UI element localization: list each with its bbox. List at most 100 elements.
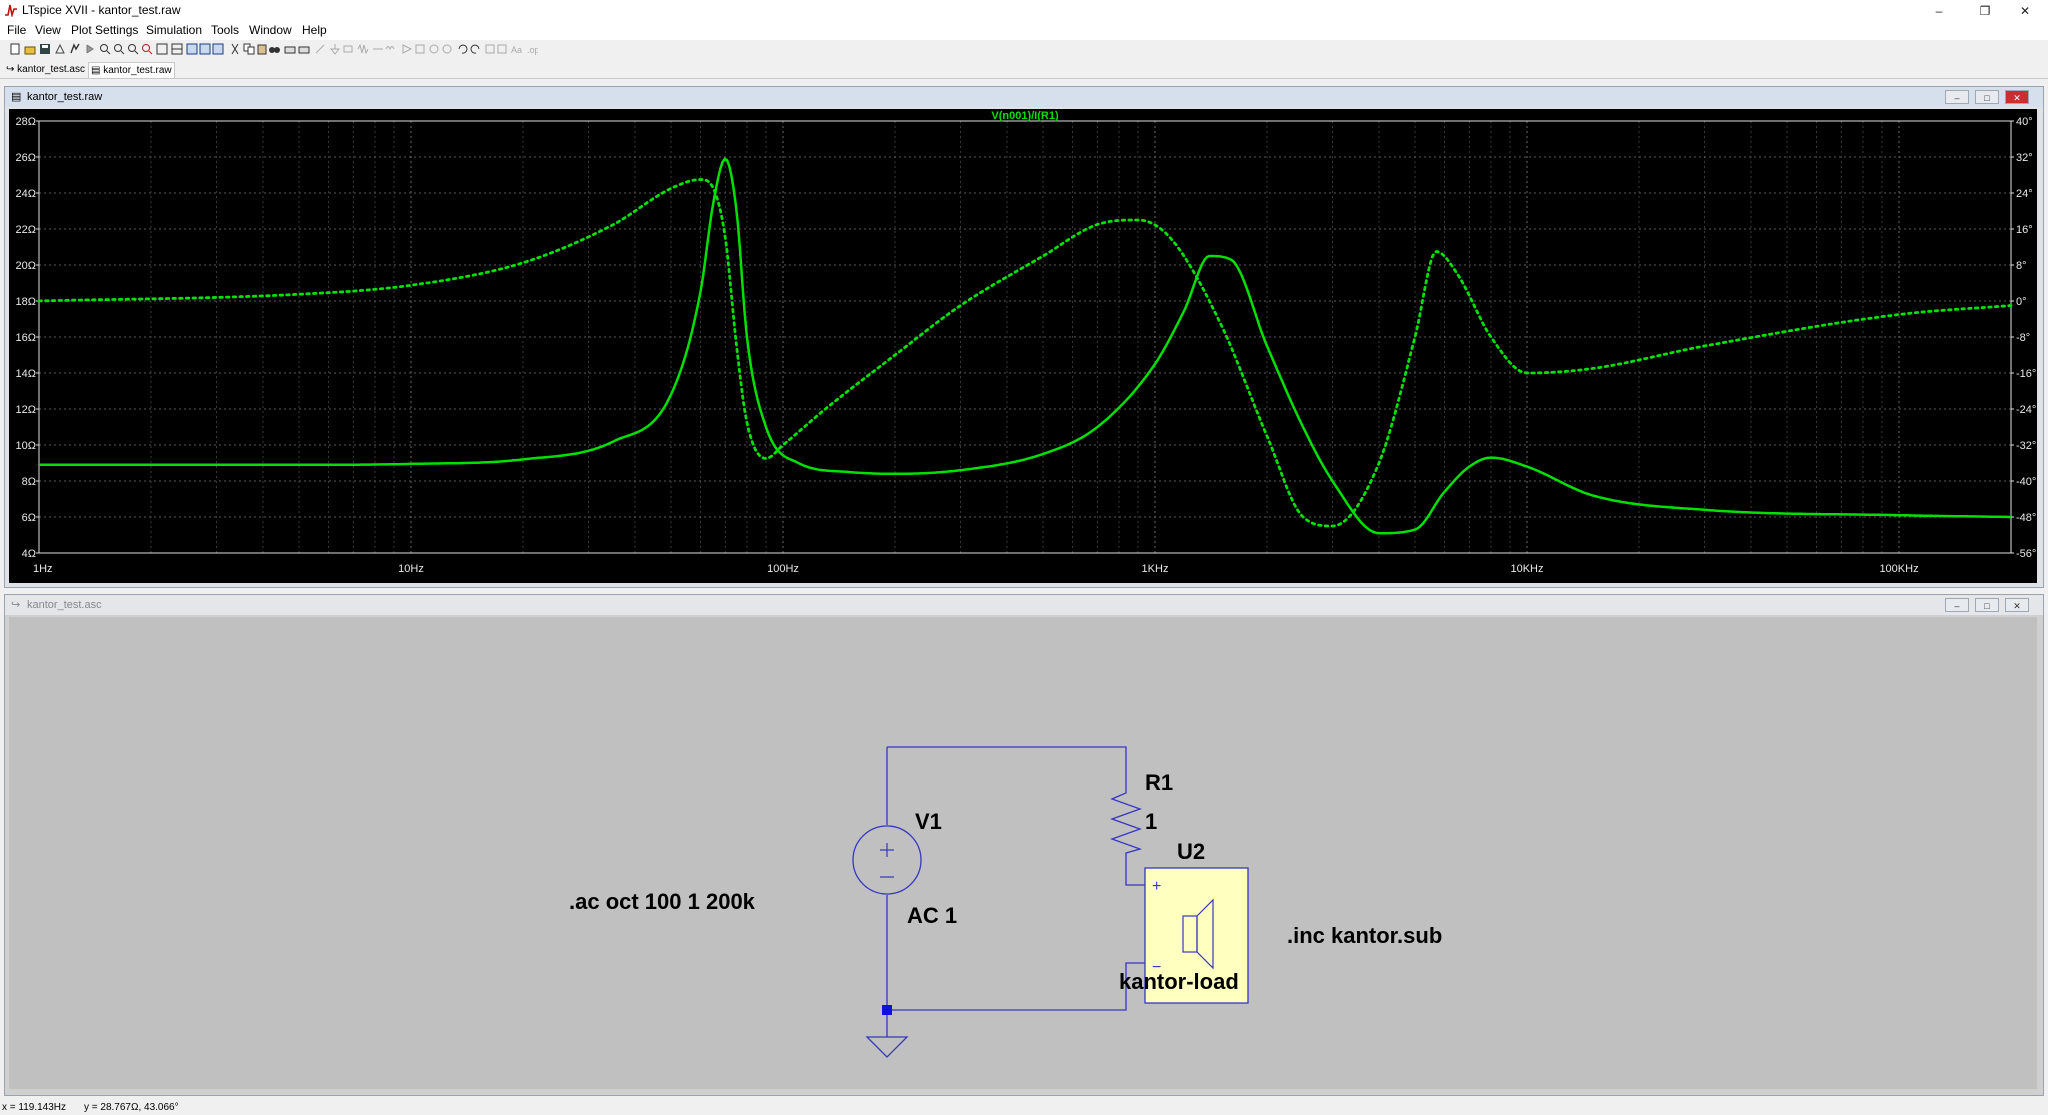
tab-waveform[interactable]: ▤ kantor_test.raw xyxy=(88,62,175,78)
ac-directive[interactable]: .ac oct 100 1 200k xyxy=(569,889,756,914)
waveform-window-title: kantor_test.raw xyxy=(27,91,103,103)
ground-icon[interactable] xyxy=(329,43,341,55)
left-axis-tick-label: 20Ω xyxy=(16,260,36,272)
zoom-out-icon[interactable] xyxy=(127,43,139,55)
tab-schematic[interactable]: ↪ kantor_test.asc xyxy=(4,62,87,77)
trace-label[interactable]: V(n001)/I(R1) xyxy=(991,110,1059,122)
control-panel-icon[interactable] xyxy=(54,43,66,55)
tab-label: kantor_test.asc xyxy=(17,64,85,75)
halt-icon[interactable] xyxy=(84,43,96,55)
redo-icon[interactable] xyxy=(470,43,482,55)
waveform-icon: ▤ xyxy=(91,65,104,76)
close-window-icon[interactable] xyxy=(212,43,224,55)
left-axis-tick-label: 16Ω xyxy=(16,332,36,344)
tab-label: kantor_test.raw xyxy=(103,65,172,76)
text-icon[interactable]: Aa xyxy=(510,43,522,55)
run-icon[interactable] xyxy=(69,43,81,55)
left-axis-tick-label: 12Ω xyxy=(16,404,36,416)
zoom-fit-icon[interactable] xyxy=(141,43,153,55)
minimize-icon[interactable]: – xyxy=(1945,598,1969,612)
u2-name[interactable]: U2 xyxy=(1177,839,1205,864)
tile-vertical-icon[interactable] xyxy=(186,43,198,55)
left-axis-tick-label: 26Ω xyxy=(16,152,36,164)
x-axis-tick-label: 10KHz xyxy=(1510,563,1543,575)
x-axis-tick-label: 100KHz xyxy=(1879,563,1918,575)
menu-view[interactable]: View xyxy=(35,23,61,37)
copy-icon[interactable] xyxy=(243,43,255,55)
tile-horizontal-icon[interactable] xyxy=(171,43,183,55)
v1-value[interactable]: AC 1 xyxy=(907,903,957,928)
menu-help[interactable]: Help xyxy=(302,23,327,37)
left-axis-tick-label: 8Ω xyxy=(22,476,36,488)
find-icon[interactable] xyxy=(268,43,280,55)
capacitor-icon[interactable] xyxy=(372,43,384,55)
left-axis-tick-label: 22Ω xyxy=(16,224,36,236)
maximize-icon[interactable]: □ xyxy=(1975,90,1999,104)
right-axis-tick-label: -8° xyxy=(2016,332,2030,344)
minimize-icon[interactable]: – xyxy=(1916,0,1962,22)
x-axis-tick-label: 1KHz xyxy=(1142,563,1169,575)
new-schematic-icon[interactable] xyxy=(9,43,21,55)
r1-value[interactable]: 1 xyxy=(1145,809,1157,834)
drag-icon[interactable] xyxy=(441,43,453,55)
pan-icon[interactable] xyxy=(113,43,125,55)
close-icon[interactable]: ✕ xyxy=(2002,0,2048,22)
right-axis-tick-label: 40° xyxy=(2016,116,2033,128)
zoom-in-icon[interactable] xyxy=(99,43,111,55)
left-axis-tick-label: 10Ω xyxy=(16,440,36,452)
inc-directive[interactable]: .inc kantor.sub xyxy=(1287,923,1442,948)
resistor-icon[interactable] xyxy=(357,43,369,55)
waveform-window-titlebar[interactable]: ▤ kantor_test.raw – □ ✕ xyxy=(5,87,2043,107)
cut-icon[interactable] xyxy=(229,43,241,55)
menu-tools[interactable]: Tools xyxy=(211,23,239,37)
menu-file[interactable]: File xyxy=(7,23,26,37)
left-axis-tick-label: 6Ω xyxy=(22,512,36,524)
schematic-icon: ↪ xyxy=(11,599,21,611)
menu-plot-settings[interactable]: Plot Settings xyxy=(71,23,138,37)
ltspice-logo-icon xyxy=(4,3,18,17)
close-icon[interactable]: ✕ xyxy=(2005,90,2029,104)
menu-simulation[interactable]: Simulation xyxy=(146,23,202,37)
window-title: LTspice XVII - kantor_test.raw xyxy=(22,3,181,17)
paste-icon[interactable] xyxy=(256,43,268,55)
diode-icon[interactable] xyxy=(401,43,413,55)
r1-name[interactable]: R1 xyxy=(1145,770,1173,795)
u2-value[interactable]: kantor-load xyxy=(1119,969,1239,994)
rotate-icon[interactable] xyxy=(484,43,496,55)
right-axis-tick-label: -48° xyxy=(2016,512,2036,524)
y-readout: y = 28.767Ω, 43.066° xyxy=(84,1102,179,1113)
cascade-icon[interactable] xyxy=(199,43,211,55)
svg-text:Aa: Aa xyxy=(511,45,522,55)
inductor-icon[interactable] xyxy=(385,43,397,55)
right-axis-tick-label: -16° xyxy=(2016,368,2036,380)
save-icon[interactable] xyxy=(39,43,51,55)
left-axis-tick-label: 28Ω xyxy=(16,116,36,128)
schematic-window-title: kantor_test.asc xyxy=(27,599,102,611)
maximize-icon[interactable]: □ xyxy=(1975,598,1999,612)
label-net-icon[interactable] xyxy=(342,43,354,55)
close-icon[interactable]: ✕ xyxy=(2005,598,2029,612)
spice-directive-icon[interactable]: .op xyxy=(526,43,538,55)
waveform-window: ▤ kantor_test.raw – □ ✕ V(n001)/I(R1) 28… xyxy=(4,86,2044,588)
right-axis-tick-label: 8° xyxy=(2016,260,2027,272)
minimize-icon[interactable]: – xyxy=(1945,90,1969,104)
right-axis-tick-label: 0° xyxy=(2016,296,2027,308)
print-preview-icon[interactable] xyxy=(298,43,310,55)
move-icon[interactable] xyxy=(428,43,440,55)
waveform-icon: ▤ xyxy=(11,91,22,103)
schematic-window-titlebar[interactable]: ↪ kantor_test.asc – □ ✕ xyxy=(5,595,2043,615)
junction-dot[interactable] xyxy=(882,1005,892,1015)
print-icon[interactable] xyxy=(284,43,296,55)
toolbar: Aa .op xyxy=(0,40,2048,60)
draw-wire-icon[interactable] xyxy=(314,43,326,55)
schematic-canvas[interactable]: + − V1 AC 1 R1 1 U2 kantor-load .ac oct … xyxy=(9,617,2037,1089)
menu-window[interactable]: Window xyxy=(249,23,292,37)
autorange-icon[interactable] xyxy=(156,43,168,55)
mirror-icon[interactable] xyxy=(496,43,508,55)
waveform-plot[interactable]: V(n001)/I(R1) 28Ω 26Ω 24Ω 22Ω 20Ω 18Ω 16Ω 14Ω 12… xyxy=(9,109,2037,583)
undo-icon[interactable] xyxy=(456,43,468,55)
title-bar: LTspice XVII - kantor_test.raw – ❐ ✕ xyxy=(0,0,2048,22)
component-icon[interactable] xyxy=(414,43,426,55)
open-icon[interactable] xyxy=(24,43,36,55)
v1-name[interactable]: V1 xyxy=(915,809,942,834)
